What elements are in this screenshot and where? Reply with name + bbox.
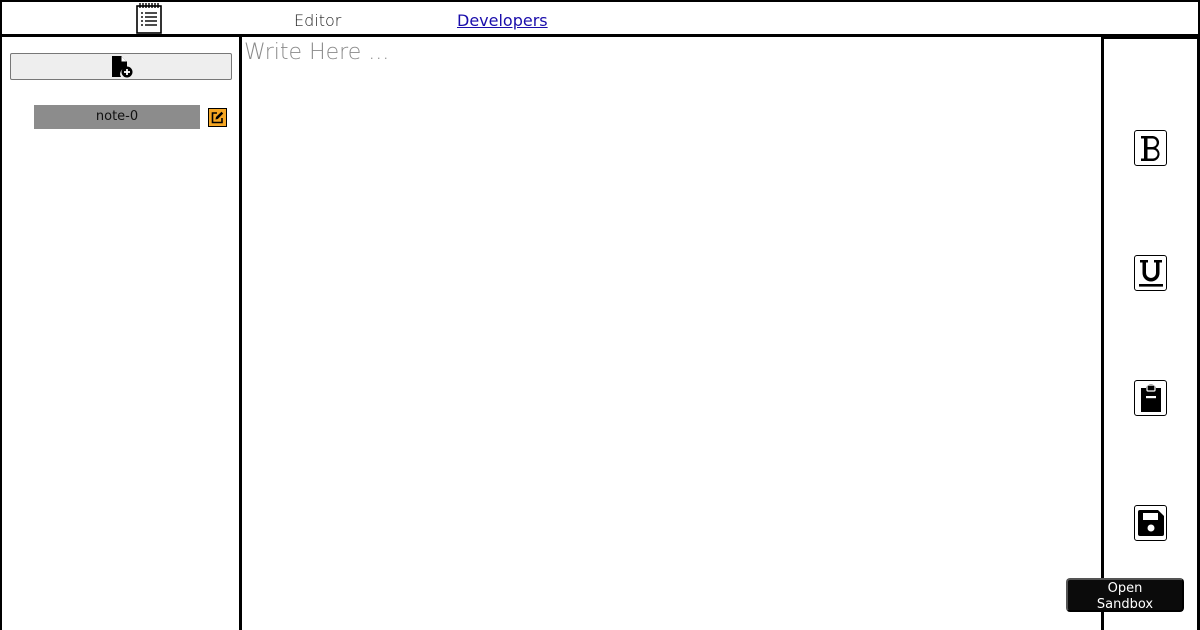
nav-developers-link[interactable]: Developers [457,11,548,30]
notepad-icon[interactable] [135,2,163,34]
underline-button[interactable] [1134,255,1167,291]
clipboard-button[interactable] [1134,380,1167,416]
bold-icon [1141,136,1160,161]
clipboard-icon [1141,384,1161,412]
format-toolbar [1101,37,1200,630]
notes-sidebar: note-0 [0,37,242,630]
bold-button[interactable] [1134,130,1167,166]
note-item[interactable]: note-0 [34,105,200,129]
edit-note-button[interactable] [208,108,227,127]
nav-editor[interactable]: Editor [294,11,341,30]
edit-icon [211,111,224,124]
note-editor-textarea[interactable] [242,37,1102,630]
open-sandbox-button[interactable]: Open Sandbox [1066,578,1184,612]
save-icon [1138,510,1164,536]
save-button[interactable] [1134,505,1167,541]
new-note-button[interactable] [10,53,232,80]
top-header: Editor Developers [0,0,1200,37]
file-plus-icon [112,56,133,78]
underline-icon [1139,260,1163,287]
